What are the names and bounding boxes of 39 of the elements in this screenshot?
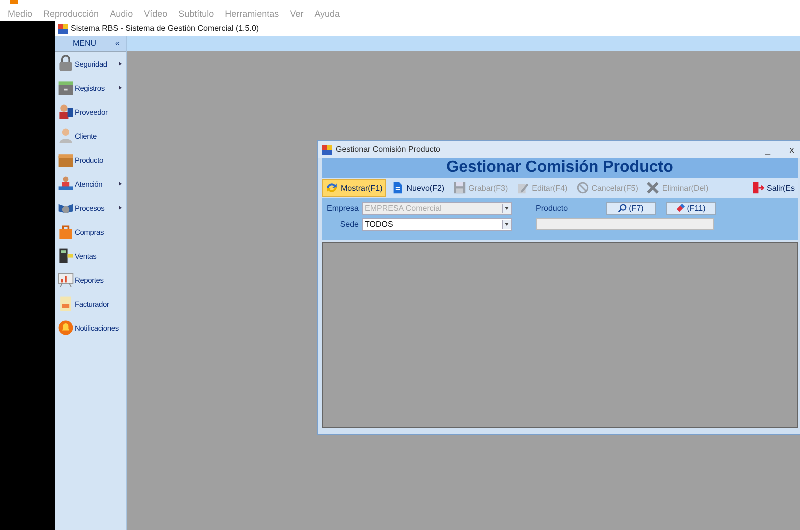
register-icon [57, 247, 75, 265]
edit-icon [516, 181, 530, 195]
search-icon [618, 204, 628, 212]
save-icon [452, 181, 467, 195]
toolbar-button[interactable]: Nuevo(F2) [388, 179, 448, 197]
app-icon [58, 24, 68, 34]
collapse-button[interactable]: « [116, 39, 120, 48]
window-title: Gestionar Comisión Producto [336, 145, 440, 154]
clear-button[interactable]: (F11) [666, 202, 716, 214]
eraser-icon [676, 204, 686, 212]
field-label: Producto [536, 204, 570, 212]
exit-door-icon [750, 181, 765, 195]
window-title: Sistema RBS - Sistema de Gestión Comercial (1.5.0) [71, 24, 260, 33]
submenu-arrow-icon [119, 86, 122, 90]
submenu-arrow-icon [119, 206, 122, 210]
chart-icon [57, 271, 75, 289]
delete-icon [646, 181, 660, 195]
person-icon [57, 127, 75, 145]
branch-dropdown[interactable]: TODOS [362, 218, 512, 230]
toolbar-button[interactable]: Mostrar(F1) [322, 179, 386, 197]
close-button[interactable]: x [782, 144, 800, 154]
window-icon [322, 144, 332, 154]
sidebar-header: MENU [73, 39, 97, 48]
form-heading: Gestionar Comisión Producto [322, 158, 798, 178]
field-label: Sede [339, 220, 360, 228]
refresh-icon [325, 181, 339, 195]
submenu-arrow-icon [119, 182, 122, 186]
cancel-icon [576, 181, 590, 195]
bell-icon [57, 319, 75, 337]
submenu-arrow-icon [119, 62, 122, 66]
field-label: Empresa [326, 204, 360, 212]
lock-icon [57, 55, 75, 73]
app-icon [10, 0, 18, 4]
bag-icon [57, 223, 75, 241]
cabinet-icon [57, 79, 75, 97]
search-button[interactable]: (F7) [606, 202, 656, 214]
exit-button[interactable]: Salir(Es [748, 179, 798, 197]
person-icon [57, 103, 75, 121]
minimize-button[interactable]: _ [758, 144, 778, 154]
